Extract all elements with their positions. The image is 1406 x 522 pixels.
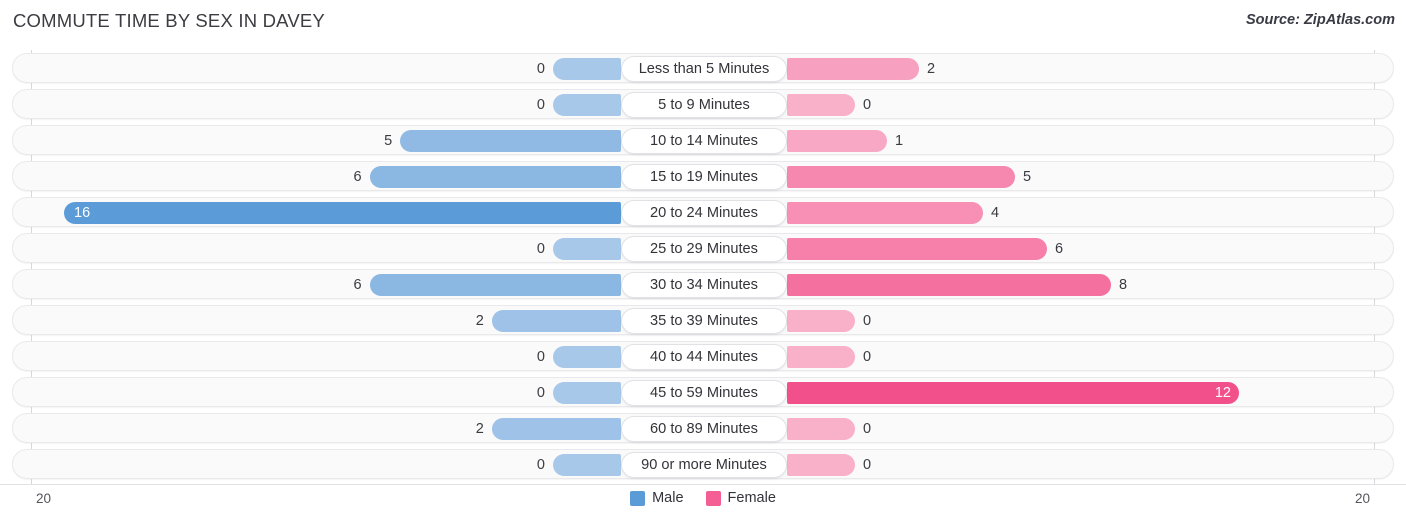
category-label: 25 to 29 Minutes — [621, 236, 787, 262]
bar-male[interactable] — [553, 382, 621, 404]
source-attribution: Source: ZipAtlas.com — [1245, 12, 1395, 28]
category-label: 15 to 19 Minutes — [621, 164, 787, 190]
bar-value-male: 0 — [536, 385, 545, 401]
bar-female[interactable] — [787, 94, 855, 116]
bar-male[interactable] — [491, 310, 621, 332]
bar-male[interactable] — [64, 202, 621, 224]
bar-value-female: 0 — [863, 457, 872, 473]
bar-value-male: 6 — [353, 169, 362, 185]
category-label: 5 to 9 Minutes — [621, 92, 787, 118]
bar-value-male: 2 — [475, 313, 484, 329]
legend-item-male[interactable]: Male — [630, 490, 684, 506]
chart-row[interactable]: 6 8 30 to 34 Minutes — [12, 269, 1394, 299]
bar-female[interactable] — [787, 382, 1239, 404]
bar-value-female: 5 — [1023, 169, 1032, 185]
chart-header: COMMUTE TIME BY SEX IN DAVEY Source: Zip… — [0, 0, 1406, 44]
bar-male[interactable] — [369, 166, 621, 188]
bar-male[interactable] — [553, 58, 621, 80]
category-label: 40 to 44 Minutes — [621, 344, 787, 370]
bar-value-male: 0 — [536, 457, 545, 473]
bar-value-female: 8 — [1119, 277, 1128, 293]
bar-value-male: 2 — [475, 421, 484, 437]
chart-footer: 20 20 Male Female — [0, 484, 1406, 522]
category-label: 60 to 89 Minutes — [621, 416, 787, 442]
bar-male[interactable] — [553, 454, 621, 476]
legend-label: Male — [652, 490, 684, 506]
bar-female[interactable] — [787, 418, 855, 440]
bar-value-female: 4 — [991, 205, 1000, 221]
category-label: 35 to 39 Minutes — [621, 308, 787, 334]
chart-legend: Male Female — [0, 490, 1406, 506]
bar-female[interactable] — [787, 130, 887, 152]
category-label: 90 or more Minutes — [621, 452, 787, 478]
bar-value-female: 0 — [863, 349, 872, 365]
bar-female[interactable] — [787, 310, 855, 332]
bar-male[interactable] — [553, 238, 621, 260]
bar-value-male: 5 — [384, 133, 393, 149]
bar-female[interactable] — [787, 202, 983, 224]
chart-row[interactable]: 0 6 25 to 29 Minutes — [12, 233, 1394, 263]
category-label: Less than 5 Minutes — [621, 56, 787, 82]
category-label: 20 to 24 Minutes — [621, 200, 787, 226]
bar-value-male: 0 — [536, 349, 545, 365]
bar-female[interactable] — [787, 454, 855, 476]
chart-row[interactable]: 0 0 5 to 9 Minutes — [12, 89, 1394, 119]
bar-value-male: 16 — [74, 205, 91, 221]
bar-value-male: 6 — [353, 277, 362, 293]
category-label: 30 to 34 Minutes — [621, 272, 787, 298]
legend-swatch-icon — [630, 490, 646, 506]
chart-row[interactable]: 0 0 40 to 44 Minutes — [12, 341, 1394, 371]
bar-value-female: 6 — [1055, 241, 1064, 257]
bar-male[interactable] — [553, 346, 621, 368]
chart-row[interactable]: 0 0 90 or more Minutes — [12, 449, 1394, 479]
bar-female[interactable] — [787, 166, 1015, 188]
bar-value-female: 0 — [863, 421, 872, 437]
legend-item-female[interactable]: Female — [705, 490, 776, 506]
bar-value-female: 12 — [1214, 385, 1231, 401]
bar-value-female: 2 — [927, 61, 936, 77]
bar-female[interactable] — [787, 346, 855, 368]
category-label: 10 to 14 Minutes — [621, 128, 787, 154]
bar-female[interactable] — [787, 238, 1047, 260]
bar-value-male: 0 — [536, 97, 545, 113]
bar-male[interactable] — [553, 94, 621, 116]
legend-label: Female — [727, 490, 776, 506]
bar-male[interactable] — [369, 274, 621, 296]
chart-row[interactable]: 0 2 Less than 5 Minutes — [12, 53, 1394, 83]
page-title: COMMUTE TIME BY SEX IN DAVEY — [13, 10, 325, 31]
chart-row[interactable]: 0 12 45 to 59 Minutes — [12, 377, 1394, 407]
bar-male[interactable] — [400, 130, 621, 152]
bar-male[interactable] — [491, 418, 621, 440]
bar-value-male: 0 — [536, 241, 545, 257]
category-label: 45 to 59 Minutes — [621, 380, 787, 406]
bar-female[interactable] — [787, 274, 1111, 296]
bar-value-female: 1 — [895, 133, 904, 149]
bar-female[interactable] — [787, 58, 919, 80]
bar-value-female: 0 — [863, 97, 872, 113]
bar-value-female: 0 — [863, 313, 872, 329]
chart-row[interactable]: 6 5 15 to 19 Minutes — [12, 161, 1394, 191]
chart-row[interactable]: 2 0 60 to 89 Minutes — [12, 413, 1394, 443]
legend-swatch-icon — [705, 490, 721, 506]
plot-area: 0 2 Less than 5 Minutes 0 0 5 to 9 Minutes 5 1 1… — [0, 50, 1406, 484]
chart-row[interactable]: 5 1 10 to 14 Minutes — [12, 125, 1394, 155]
bar-value-male: 0 — [536, 61, 545, 77]
chart-row[interactable]: 16 4 20 to 24 Minutes — [12, 197, 1394, 227]
chart-root: COMMUTE TIME BY SEX IN DAVEY Source: Zip… — [0, 0, 1406, 522]
chart-row[interactable]: 2 0 35 to 39 Minutes — [12, 305, 1394, 335]
